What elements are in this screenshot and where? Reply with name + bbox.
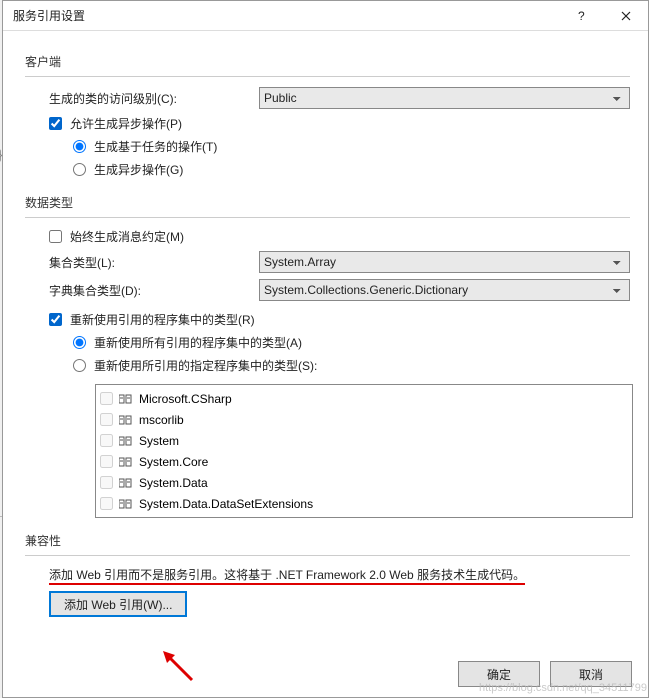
- add-web-reference-button[interactable]: 添加 Web 引用(W)...: [49, 591, 187, 617]
- client-group-label: 客户端: [25, 53, 630, 70]
- reuse-all-label: 重新使用所有引用的程序集中的类型(A): [94, 334, 302, 351]
- service-reference-settings-dialog: 服务引用设置 ? 客户端 生成的类的访问级别(C): Public 允许生成异步…: [2, 0, 649, 698]
- reuse-all-row: 重新使用所有引用的程序集中的类型(A): [73, 334, 630, 351]
- divider: [25, 217, 630, 218]
- reuse-specified-label: 重新使用所引用的指定程序集中的类型(S):: [94, 357, 317, 374]
- reuse-types-row: 重新使用引用的程序集中的类型(R): [49, 311, 630, 328]
- async-task-label: 生成基于任务的操作(T): [94, 138, 217, 155]
- assembly-item[interactable]: Microsoft.CSharp: [100, 388, 628, 409]
- assembly-name: System.Data.DataSetExtensions: [139, 497, 313, 511]
- dialog-content: 客户端 生成的类的访问级别(C): Public 允许生成异步操作(P) 生成基…: [3, 31, 648, 617]
- assembly-icon: [119, 477, 133, 489]
- async-task-radio[interactable]: [73, 140, 86, 153]
- datatype-group-label: 数据类型: [25, 194, 630, 211]
- assembly-name: System.Data: [139, 476, 208, 490]
- assembly-icon: [119, 414, 133, 426]
- reuse-types-checkbox[interactable]: [49, 313, 62, 326]
- allow-async-checkbox-row: 允许生成异步操作(P): [49, 115, 630, 132]
- access-level-label: 生成的类的访问级别(C):: [49, 90, 259, 107]
- compat-text-part1: 添加 Web 引用而不是服务引用。这将基于: [49, 568, 275, 585]
- svg-text:?: ?: [578, 11, 585, 21]
- compat-group-label: 兼容性: [25, 532, 630, 549]
- dialog-title: 服务引用设置: [13, 7, 558, 24]
- assembly-checkbox: [100, 413, 113, 426]
- assembly-item[interactable]: System.Data.DataSetExtensions: [100, 493, 628, 514]
- assembly-checkbox: [100, 392, 113, 405]
- reuse-specified-row: 重新使用所引用的指定程序集中的类型(S):: [73, 357, 630, 374]
- access-level-select[interactable]: Public: [259, 87, 630, 109]
- assembly-checkbox: [100, 434, 113, 447]
- assembly-list[interactable]: Microsoft.CSharp mscorlib System System.Cor…: [95, 384, 633, 518]
- dictionary-type-select[interactable]: System.Collections.Generic.Dictionary: [259, 279, 630, 301]
- collection-type-row: 集合类型(L): System.Array: [49, 251, 630, 273]
- collection-type-select[interactable]: System.Array: [259, 251, 630, 273]
- message-contract-checkbox[interactable]: [49, 230, 62, 243]
- assembly-checkbox: [100, 497, 113, 510]
- divider: [25, 76, 630, 77]
- assembly-icon: [119, 498, 133, 510]
- async-op-radio-row: 生成异步操作(G): [73, 161, 630, 178]
- assembly-name: mscorlib: [139, 413, 184, 427]
- assembly-icon: [119, 393, 133, 405]
- titlebar: 服务引用设置 ?: [3, 1, 648, 31]
- assembly-item[interactable]: mscorlib: [100, 409, 628, 430]
- watermark-text: https://blog.csdn.net/qq_34511799: [479, 682, 647, 694]
- assembly-name: Microsoft.CSharp: [139, 392, 232, 406]
- help-button[interactable]: ?: [558, 1, 603, 31]
- annotation-arrow-icon: [157, 645, 197, 688]
- collection-type-label: 集合类型(L):: [49, 254, 259, 271]
- assembly-item[interactable]: System.Core: [100, 451, 628, 472]
- assembly-checkbox: [100, 476, 113, 489]
- close-button[interactable]: [603, 1, 648, 31]
- compat-text-part2: .NET Framework 2.0 Web 服务技术生成代码。: [275, 568, 525, 585]
- dictionary-type-row: 字典集合类型(D): System.Collections.Generic.Di…: [49, 279, 630, 301]
- access-level-row: 生成的类的访问级别(C): Public: [49, 87, 630, 109]
- assembly-item[interactable]: System.Data: [100, 472, 628, 493]
- assembly-icon: [119, 435, 133, 447]
- message-contract-label: 始终生成消息约定(M): [70, 228, 184, 245]
- async-task-radio-row: 生成基于任务的操作(T): [73, 138, 630, 155]
- async-op-radio[interactable]: [73, 163, 86, 176]
- async-op-label: 生成异步操作(G): [94, 161, 183, 178]
- dictionary-type-label: 字典集合类型(D):: [49, 282, 259, 299]
- assembly-name: System.Core: [139, 455, 208, 469]
- reuse-all-radio[interactable]: [73, 336, 86, 349]
- assembly-checkbox: [100, 455, 113, 468]
- assembly-name: System: [139, 434, 179, 448]
- compat-description: 添加 Web 引用而不是服务引用。这将基于 .NET Framework 2.0…: [49, 566, 630, 583]
- allow-async-checkbox[interactable]: [49, 117, 62, 130]
- divider: [25, 555, 630, 556]
- message-contract-row: 始终生成消息约定(M): [49, 228, 630, 245]
- assembly-item[interactable]: System: [100, 430, 628, 451]
- reuse-specified-radio[interactable]: [73, 359, 86, 372]
- reuse-types-label: 重新使用引用的程序集中的类型(R): [70, 311, 255, 328]
- allow-async-label: 允许生成异步操作(P): [70, 115, 182, 132]
- assembly-icon: [119, 456, 133, 468]
